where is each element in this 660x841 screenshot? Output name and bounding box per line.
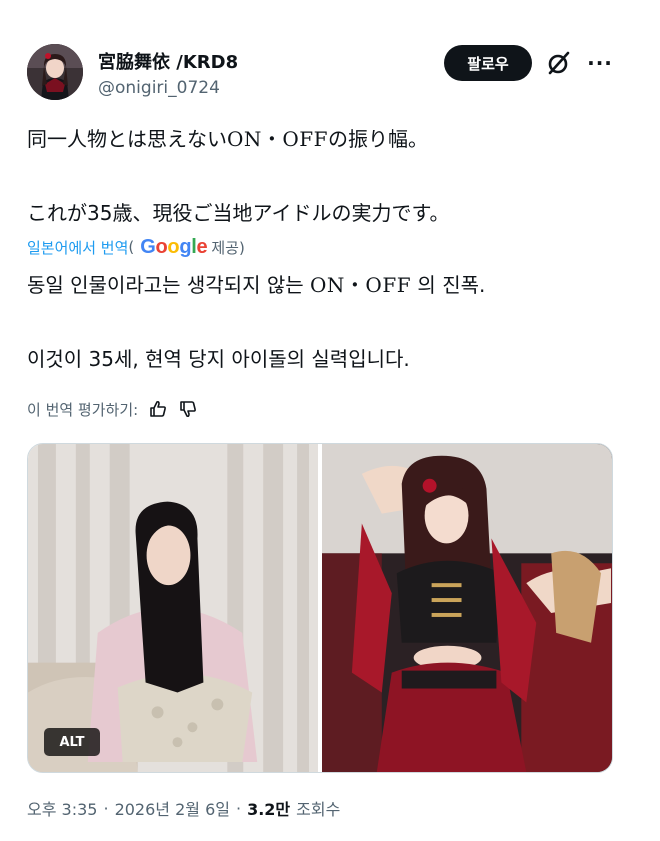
thumbs-up-icon[interactable] — [148, 399, 168, 419]
post-meta: 오후 3:35 · 2026년 2월 6일 · 3.2만 조회수 — [27, 796, 340, 820]
rate-translation-label: 이 번역 평가하기: — [27, 400, 139, 419]
post-text-segment: の振り幅。 — [328, 127, 429, 151]
alt-badge[interactable]: ALT — [44, 728, 100, 756]
translation-attribution: 일본어에서 번역 ( Google 제공) — [27, 235, 245, 259]
translated-text-segment: 동일 인물이라고는 생각되지 않는 — [27, 273, 311, 297]
views-count: 3.2만 — [247, 800, 291, 819]
post-time[interactable]: 오후 3:35 — [27, 796, 97, 820]
translated-text-onoff: ON・OFF — [310, 273, 412, 297]
ellipsis-icon[interactable]: ··· — [586, 50, 614, 76]
post-text-segment: 同一人物とは思えない — [27, 127, 227, 151]
translated-text-line-2: 이것이 35세, 현역 당지 아이돌의 실력입니다. — [27, 347, 410, 371]
translated-text-segment: 의 진폭. — [411, 273, 486, 297]
google-logo: Google — [140, 235, 208, 258]
follow-button[interactable]: 팔로우 — [444, 45, 532, 81]
translated-text-line-1: 동일 인물이라고는 생각되지 않는 ON・OFF 의 진폭. — [27, 272, 485, 298]
avatar[interactable] — [27, 44, 83, 100]
media-grid: ALT — [27, 443, 613, 773]
paren-open: ( — [128, 238, 135, 256]
tweet: 宮脇舞依 /KRD8 @onigiri_0724 팔로우 ··· 同一人物とは思… — [0, 0, 660, 841]
provided-by-label: 제공) — [211, 238, 245, 257]
translated-from-link[interactable]: 일본어에서 번역 — [27, 237, 128, 258]
views-label: 조회수 — [296, 800, 341, 819]
author-handle[interactable]: @onigiri_0724 — [98, 78, 220, 98]
meta-separator: · — [235, 798, 242, 818]
photo-on[interactable] — [322, 444, 612, 772]
meta-separator: · — [103, 798, 109, 818]
slashed-circle-icon[interactable] — [546, 50, 572, 76]
author-display-name[interactable]: 宮脇舞依 /KRD8 — [98, 48, 238, 74]
rate-translation-row: 이 번역 평가하기: — [27, 396, 198, 422]
post-date[interactable]: 2026년 2월 6일 — [115, 796, 230, 820]
post-text-line-1: 同一人物とは思えないON・OFFの振り幅。 — [27, 126, 428, 152]
photo-off[interactable]: ALT — [28, 444, 318, 772]
thumbs-down-icon[interactable] — [178, 399, 198, 419]
post-text-onoff: ON・OFF — [227, 127, 329, 151]
post-text-line-2: これが35歳、現役ご当地アイドルの実力です。 — [27, 201, 450, 225]
